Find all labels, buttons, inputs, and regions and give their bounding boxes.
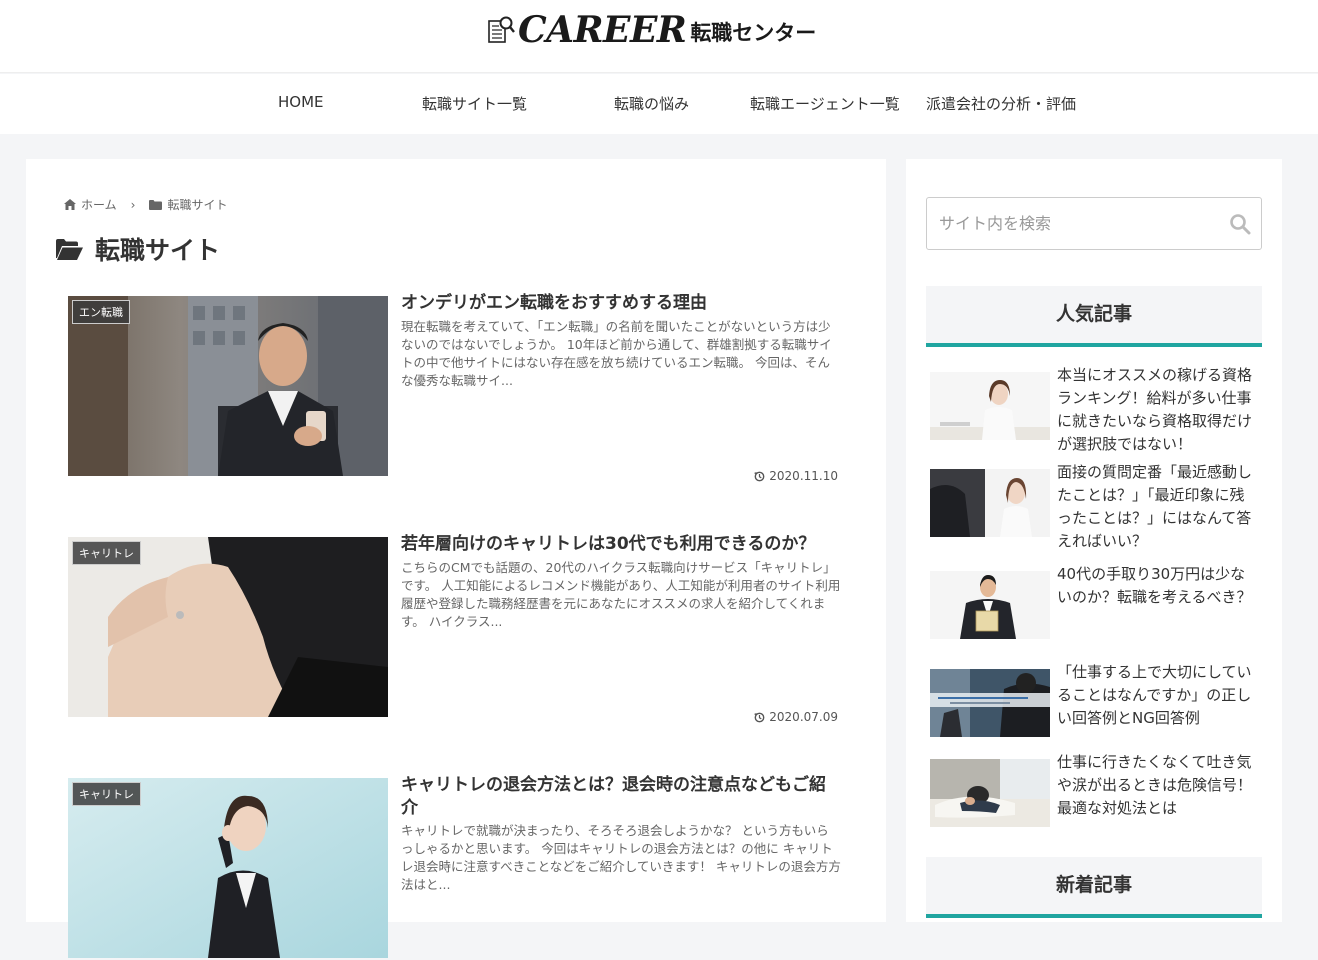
global-nav: HOME 転職サイト一覧 転職の悩み 転職エージェント一覧 派遣会社の分析・評価: [0, 74, 1318, 134]
breadcrumb-separator: ›: [130, 197, 136, 212]
category-label[interactable]: エン転職: [72, 300, 130, 324]
history-icon: [754, 712, 765, 722]
popular-thumbnail[interactable]: [930, 469, 1050, 537]
main-content: ホーム › 転職サイト 転職サイト エン転職 オンデリがエン転職をおすすめする理…: [26, 159, 886, 958]
folder-icon: [149, 199, 163, 210]
entry-title[interactable]: 若年層向けのキャリトレは30代でも利用できるのか？: [401, 533, 841, 556]
popular-item-title[interactable]: 仕事に行きたくなくて吐き気や涙が出るときは危険信号！最適な対処法とは: [1057, 751, 1255, 820]
logo-main-text: CAREER: [518, 9, 687, 51]
entry-card[interactable]: キャリトレ キャリトレの退会方法とは？退会時の注意点などもご紹介 キャリトレで就…: [68, 775, 841, 960]
popular-thumbnail[interactable]: [930, 669, 1050, 737]
entry-date: 2020.07.09: [754, 710, 838, 724]
popular-item[interactable]: 「仕事する上で大切にしていることはなんですか」の正しい回答例とNG回答例: [930, 663, 1256, 747]
breadcrumb: ホーム › 転職サイト: [64, 196, 227, 213]
breadcrumb-category[interactable]: 転職サイト: [167, 196, 227, 213]
entry-snippet: こちらのCMでも話題の、20代のハイクラス転職向けサービス「キャリトレ」です。 …: [401, 560, 841, 629]
breadcrumb-home[interactable]: ホーム: [81, 196, 117, 213]
entry-snippet: 現在転職を考えていて、「エン転職」の名前を聞いたことがないという方は少ないのでは…: [401, 319, 832, 388]
entry-date: 2020.11.10: [754, 469, 838, 483]
category-label[interactable]: キャリトレ: [72, 541, 141, 565]
search-icon[interactable]: [1229, 213, 1251, 235]
search-form: [926, 197, 1262, 250]
popular-thumbnail[interactable]: [930, 759, 1050, 827]
nav-item-home[interactable]: HOME: [278, 93, 324, 111]
entry-date-text: 2020.07.09: [769, 710, 838, 724]
nav-item-staffing[interactable]: 派遣会社の分析・評価: [926, 93, 1076, 114]
home-icon: [64, 199, 76, 210]
entry-thumbnail[interactable]: エン転職: [68, 296, 388, 476]
entry-card[interactable]: キャリトレ 若年層向けのキャリトレは30代でも利用できるのか？ こちらのCMでも…: [68, 534, 841, 724]
site-logo[interactable]: CAREER 転職センター: [486, 9, 817, 51]
archive-title: 転職サイト: [56, 231, 220, 267]
popular-item[interactable]: 面接の質問定番「最近感動したことは？」「最近印象に残ったことは？」にはなんて答え…: [930, 463, 1256, 550]
entry-title[interactable]: キャリトレの退会方法とは？退会時の注意点などもご紹介: [401, 774, 841, 820]
logo-sub-text: 転職センター: [690, 21, 817, 45]
popular-item-title[interactable]: 40代の手取り30万円は少ないのか？転職を考えるべき？: [1057, 563, 1255, 609]
popular-item[interactable]: 40代の手取り30万円は少ないのか？転職を考えるべき？: [930, 565, 1256, 649]
category-label[interactable]: キャリトレ: [72, 782, 141, 806]
nav-item-job-sites[interactable]: 転職サイト一覧: [422, 93, 527, 114]
popular-widget-title: 人気記事: [926, 286, 1262, 347]
entry-thumbnail[interactable]: キャリトレ: [68, 537, 388, 717]
popular-item-title[interactable]: 「仕事する上で大切にしていることはなんですか」の正しい回答例とNG回答例: [1057, 661, 1255, 730]
archive-title-text: 転職サイト: [95, 236, 221, 265]
nav-item-worries[interactable]: 転職の悩み: [614, 93, 689, 114]
entry-thumbnail[interactable]: キャリトレ: [68, 778, 388, 958]
entry-snippet: キャリトレで就職が決まったり、そろそろ退会しようかな？ という方もいらっしゃるか…: [401, 823, 841, 892]
sidebar: 人気記事 本当にオススメの稼げる資格ランキング！給料が多い仕事に就きたいなら資格…: [906, 159, 1282, 922]
entry-date-text: 2020.11.10: [769, 469, 838, 483]
site-header: CAREER 転職センター: [0, 0, 1318, 73]
history-icon: [754, 471, 765, 481]
popular-item-title[interactable]: 本当にオススメの稼げる資格ランキング！給料が多い仕事に就きたいなら資格取得だけが…: [1057, 364, 1255, 456]
popular-item[interactable]: 本当にオススメの稼げる資格ランキング！給料が多い仕事に就きたいなら資格取得だけが…: [930, 366, 1256, 453]
entry-title[interactable]: オンデリがエン転職をおすすめする理由: [401, 292, 841, 315]
folder-open-icon: [56, 238, 83, 260]
popular-item[interactable]: 仕事に行きたくなくて吐き気や涙が出るときは危険信号！最適な対処法とは: [930, 753, 1256, 837]
entry-card[interactable]: エン転職 オンデリがエン転職をおすすめする理由 現在転職を考えていて、「エン転職…: [68, 293, 840, 483]
popular-thumbnail[interactable]: [930, 571, 1050, 639]
new-widget-title: 新着記事: [926, 857, 1262, 918]
popular-thumbnail[interactable]: [930, 372, 1050, 440]
search-input[interactable]: [927, 198, 1217, 249]
popular-item-title[interactable]: 面接の質問定番「最近感動したことは？」「最近印象に残ったことは？」にはなんて答え…: [1057, 461, 1255, 553]
nav-item-agents[interactable]: 転職エージェント一覧: [750, 93, 900, 114]
document-search-icon: [488, 16, 515, 43]
